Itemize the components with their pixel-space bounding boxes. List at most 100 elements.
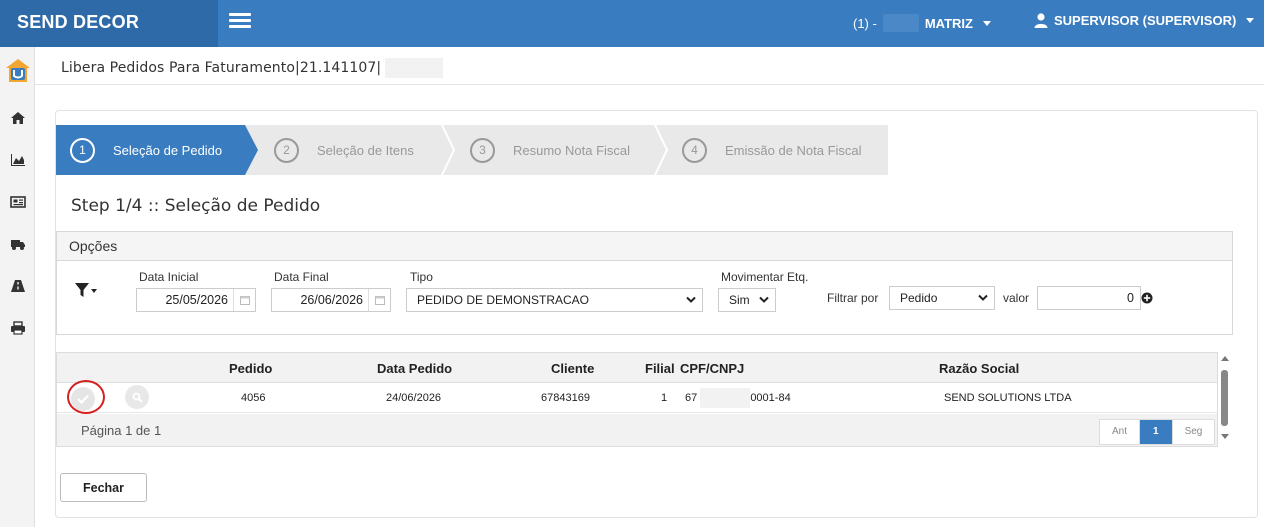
redacted-mask <box>385 58 444 78</box>
table-footer: Página 1 de 1 Ant 1 Seg <box>57 414 1217 446</box>
redacted-mask <box>700 388 751 408</box>
step-label: Resumo Nota Fiscal <box>513 142 631 158</box>
step-label: Seleção de Pedido <box>113 142 223 158</box>
page-title: Step 1/4 :: Seleção de Pedido <box>71 196 321 216</box>
calendar-icon[interactable] <box>368 289 390 311</box>
step-separator <box>654 125 668 175</box>
step-number: 4 <box>682 137 707 163</box>
user-name: SUPERVISOR (SUPERVISOR) <box>1054 13 1237 28</box>
chevron-down-icon <box>978 294 988 301</box>
data-final-input[interactable]: 26/06/2026 <box>271 288 391 312</box>
filtrar-value: Pedido <box>900 291 938 305</box>
brand-logo[interactable]: SEND DECOR <box>0 0 218 47</box>
add-circle-icon[interactable] <box>1141 292 1153 304</box>
wizard-step-1[interactable]: 1 Seleção de Pedido <box>56 125 245 175</box>
step-number: 3 <box>470 137 495 163</box>
menu-toggle-icon[interactable] <box>229 13 251 29</box>
scroll-down-icon[interactable] <box>1221 434 1229 439</box>
scroll-up-icon[interactable] <box>1221 356 1229 361</box>
calendar-icon[interactable] <box>233 289 255 311</box>
movimentar-value: Sim <box>729 293 750 307</box>
search-icon <box>132 392 143 403</box>
filter-icon[interactable] <box>75 283 99 299</box>
valor-value: 0 <box>1127 291 1134 305</box>
scroll-thumb[interactable] <box>1221 370 1228 426</box>
sidebar <box>0 47 35 527</box>
step-number: 1 <box>70 137 95 163</box>
breadcrumb: Libera Pedidos Para Faturamento|21.14110… <box>61 58 444 78</box>
user-icon <box>1034 13 1048 28</box>
company-selector[interactable]: (1) - MATRIZ <box>853 14 991 32</box>
movimentar-label: Movimentar Etq. <box>721 270 809 284</box>
prev-page-button[interactable]: Ant <box>1100 420 1141 444</box>
cell-data: 24/06/2026 <box>386 392 442 404</box>
step-label: Seleção de Itens <box>317 142 414 158</box>
step-number: 2 <box>274 137 299 163</box>
close-button[interactable]: Fechar <box>60 473 147 502</box>
area-chart-icon[interactable] <box>10 153 26 167</box>
step-arrow <box>245 125 258 175</box>
newspaper-icon[interactable] <box>10 195 26 209</box>
valor-input[interactable]: 0 <box>1037 286 1141 310</box>
wizard-step-2[interactable]: 2 Seleção de Itens <box>274 125 414 175</box>
wizard-step-4[interactable]: 4 Emissão de Nota Fiscal <box>682 125 862 175</box>
road-icon[interactable] <box>10 279 26 293</box>
tipo-value: PEDIDO DE DEMONSTRACAO <box>417 293 590 307</box>
pagination: Ant 1 Seg <box>1099 419 1216 445</box>
data-inicial-value: 25/05/2026 <box>165 293 228 307</box>
data-inicial-input[interactable]: 25/05/2026 <box>136 288 256 312</box>
truck-icon[interactable] <box>10 237 26 251</box>
highlight-ring <box>67 380 105 414</box>
col-filial[interactable]: Filial <box>645 361 675 376</box>
page-label: Página 1 de 1 <box>81 423 162 438</box>
chevron-down-icon <box>686 296 696 303</box>
col-pedido[interactable]: Pedido <box>229 361 272 376</box>
wizard-step-3[interactable]: 3 Resumo Nota Fiscal <box>470 125 630 175</box>
tipo-select[interactable]: PEDIDO DE DEMONSTRACAO <box>406 288 703 312</box>
top-bar: SEND DECOR (1) - MATRIZ SUPERVISOR (SUPE… <box>0 0 1264 47</box>
filtrar-label: Filtrar por <box>827 291 879 305</box>
wizard-steps: 1 Seleção de Pedido 2 Seleção de Itens 3… <box>56 125 888 175</box>
chevron-down-icon <box>1246 18 1255 23</box>
cell-razao: SEND SOLUTIONS LTDA <box>944 392 1072 404</box>
cpf-suffix: 0001-84 <box>750 391 791 404</box>
col-cpf-cnpj[interactable]: CPF/CNPJ <box>680 361 744 376</box>
redacted-mask <box>882 14 919 32</box>
chevron-down-icon <box>982 20 991 26</box>
view-details-button[interactable] <box>125 385 149 409</box>
cell-filial: 1 <box>661 392 668 404</box>
valor-label: valor <box>1003 291 1030 305</box>
chevron-down-icon <box>759 296 769 303</box>
movimentar-select[interactable]: Sim <box>718 288 776 312</box>
company-prefix: (1) - <box>853 15 877 31</box>
options-panel: Opções <box>56 231 1233 335</box>
cell-cpf: 67 0001-84 <box>685 388 791 408</box>
app-logo-icon[interactable] <box>5 58 31 84</box>
company-name: MATRIZ <box>924 15 973 31</box>
divider <box>35 84 1264 85</box>
table-header: Pedido Data Pedido Cliente Filial CPF/CN… <box>57 353 1217 383</box>
next-page-button[interactable]: Seg <box>1173 420 1215 444</box>
home-icon[interactable] <box>10 111 26 125</box>
data-final-value: 26/06/2026 <box>300 293 363 307</box>
cpf-prefix: 67 <box>685 391 698 404</box>
table-row[interactable]: 4056 24/06/2026 67843169 1 67 0001-84 SE… <box>57 383 1217 413</box>
cell-pedido: 4056 <box>241 392 266 404</box>
breadcrumb-text: Libera Pedidos Para Faturamento|21.14110… <box>61 60 382 76</box>
data-inicial-label: Data Inicial <box>139 270 199 284</box>
options-title: Opções <box>57 232 1232 261</box>
print-icon[interactable] <box>10 321 26 335</box>
step-label: Emissão de Nota Fiscal <box>725 142 862 158</box>
filtrar-select[interactable]: Pedido <box>889 286 995 310</box>
page-1-button[interactable]: 1 <box>1140 420 1173 444</box>
col-cliente[interactable]: Cliente <box>551 361 594 376</box>
cell-cliente: 67843169 <box>541 392 590 404</box>
step-separator <box>441 125 455 175</box>
col-data-pedido[interactable]: Data Pedido <box>377 361 452 376</box>
tipo-label: Tipo <box>410 270 433 284</box>
col-razao-social[interactable]: Razão Social <box>939 361 1019 376</box>
orders-table: Pedido Data Pedido Cliente Filial CPF/CN… <box>56 352 1218 447</box>
user-menu[interactable]: SUPERVISOR (SUPERVISOR) <box>1034 13 1255 28</box>
table-scrollbar[interactable] <box>1219 352 1231 444</box>
data-final-label: Data Final <box>274 270 329 284</box>
